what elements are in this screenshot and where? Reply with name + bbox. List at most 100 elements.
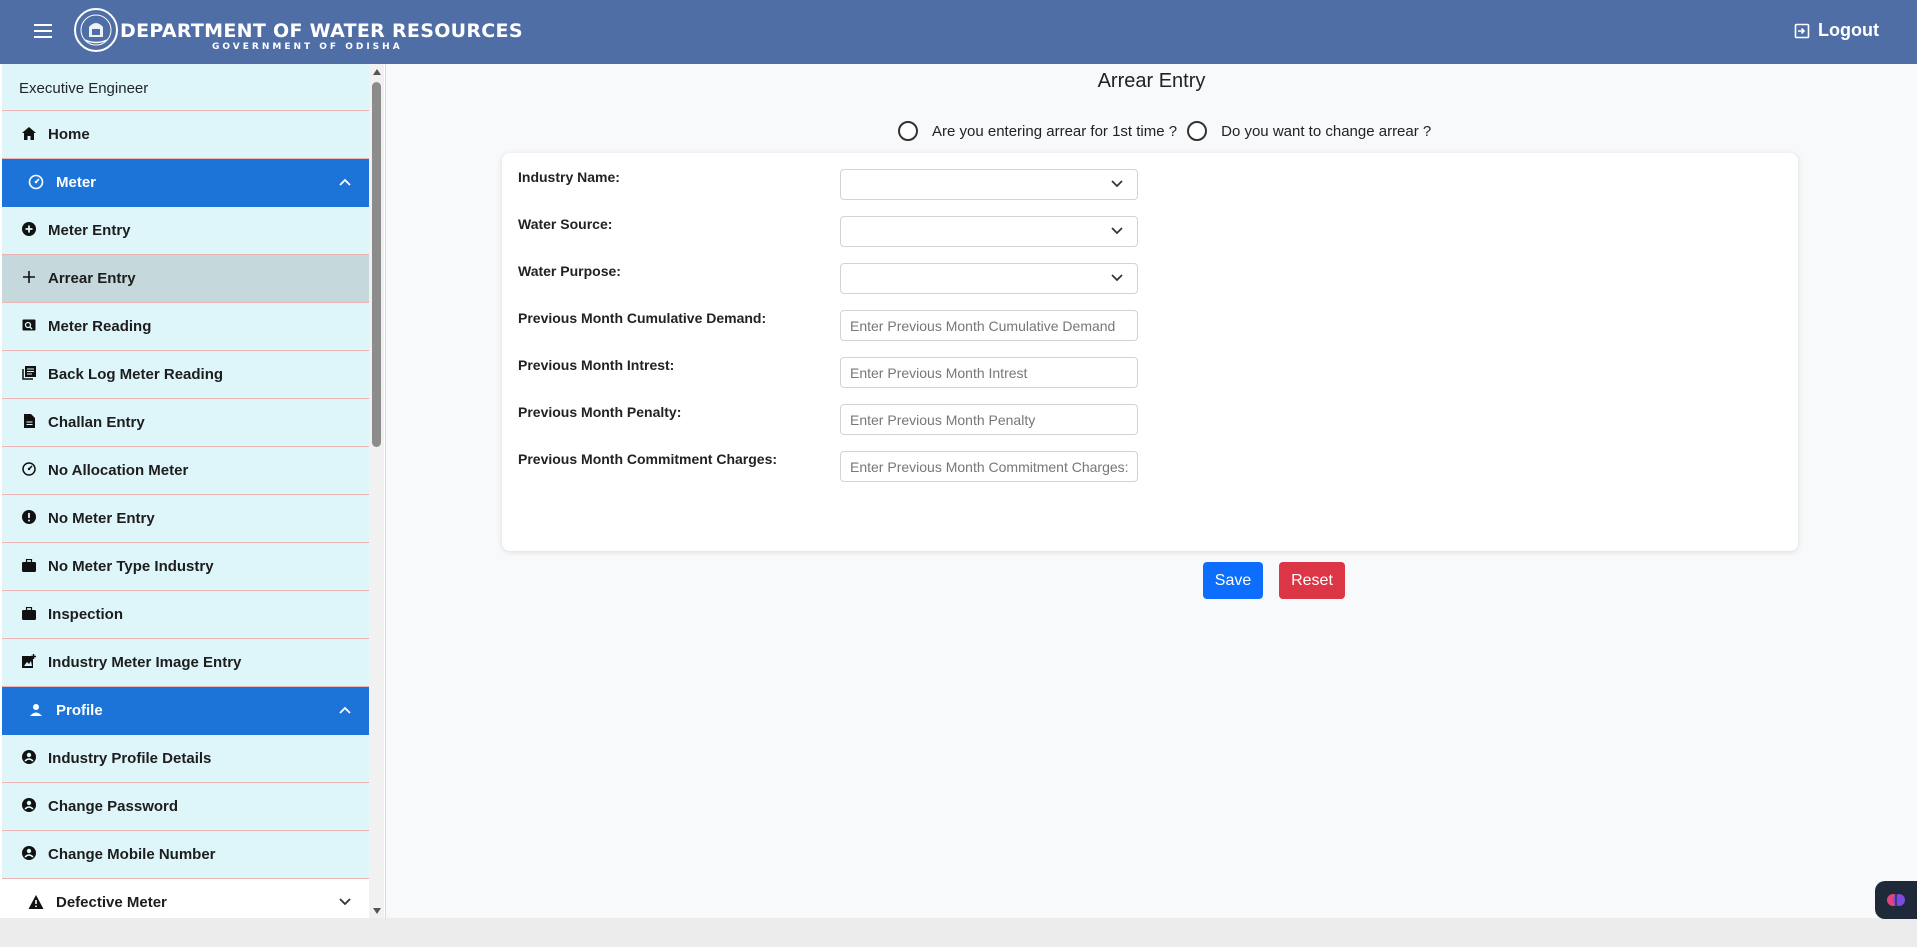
briefcase-icon — [21, 557, 37, 573]
water-purpose-label: Water Purpose: — [518, 263, 621, 279]
save-button[interactable]: Save — [1203, 562, 1263, 599]
sidebar-section-meter[interactable]: Meter — [2, 159, 369, 207]
sidebar-item-change-password[interactable]: Change Password — [2, 783, 369, 831]
radio-change-arrear-label[interactable]: Do you want to change arrear ? — [1221, 123, 1431, 140]
intrest-row: Previous Month Intrest: — [518, 357, 1138, 389]
library-books-icon — [21, 365, 37, 381]
chevron-up-icon[interactable] — [339, 178, 351, 186]
main-content: Arrear Entry Are you entering arrear for… — [386, 64, 1917, 918]
arrear-mode-radio-group: Are you entering arrear for 1st time ? D… — [898, 121, 1441, 141]
sidebar-item-industry-profile-details[interactable]: Industry Profile Details — [2, 735, 369, 783]
water-purpose-select[interactable] — [840, 263, 1138, 294]
radio-first-time[interactable] — [898, 121, 918, 141]
plus-circle-icon — [21, 221, 37, 237]
sidebar: Executive Engineer Home Meter Meter Entr… — [0, 64, 386, 918]
sidebar-item-change-mobile-number[interactable]: Change Mobile Number — [2, 831, 369, 879]
home-icon — [21, 125, 37, 141]
sidebar-item-meter-reading[interactable]: Meter Reading — [2, 303, 369, 351]
meter-reading-icon — [21, 317, 37, 333]
commitment-charges-input[interactable] — [840, 451, 1138, 482]
chevron-down-icon — [1111, 274, 1123, 282]
sidebar-section-defective-meter[interactable]: Defective Meter — [2, 879, 369, 918]
water-purpose-row: Water Purpose: — [518, 263, 1138, 295]
sidebar-section-label: Defective Meter — [56, 894, 167, 911]
sidebar-menu: Executive Engineer Home Meter Meter Entr… — [2, 64, 369, 918]
arrear-entry-form: Industry Name: Water Source: Water Purpo… — [502, 153, 1798, 599]
brand-subtitle: GOVERNMENT OF ODISHA — [212, 42, 403, 52]
plus-icon — [21, 269, 37, 285]
user-role: Executive Engineer — [2, 64, 369, 111]
app-header: DEPARTMENT OF WATER RESOURCES GOVERNMENT… — [0, 0, 1917, 64]
penalty-row: Previous Month Penalty: — [518, 404, 1138, 436]
sidebar-item-label: Inspection — [48, 606, 124, 623]
chevron-up-icon[interactable] — [339, 706, 351, 714]
account-circle-icon — [21, 797, 37, 813]
sidebar-item-meter-entry[interactable]: Meter Entry — [2, 207, 369, 255]
sidebar-item-no-allocation-meter[interactable]: No Allocation Meter — [2, 447, 369, 495]
water-source-label: Water Source: — [518, 216, 613, 232]
sidebar-item-back-log-meter-reading[interactable]: Back Log Meter Reading — [2, 351, 369, 399]
gauge-icon — [21, 461, 37, 477]
industry-name-row: Industry Name: — [518, 169, 1138, 201]
sidebar-item-no-meter-entry[interactable]: No Meter Entry — [2, 495, 369, 543]
logout-label: Logout — [1818, 20, 1879, 40]
water-source-select[interactable] — [840, 216, 1138, 247]
file-icon — [21, 413, 37, 429]
scroll-up-arrow-icon[interactable] — [373, 69, 381, 75]
briefcase-icon — [21, 605, 37, 621]
add-photo-icon — [21, 653, 37, 669]
industry-name-label: Industry Name: — [518, 169, 620, 185]
sidebar-item-arrear-entry[interactable]: Arrear Entry — [2, 255, 369, 303]
hamburger-icon[interactable] — [34, 24, 52, 38]
sidebar-item-challan-entry[interactable]: Challan Entry — [2, 399, 369, 447]
sidebar-item-no-meter-type-industry[interactable]: No Meter Type Industry — [2, 543, 369, 591]
sidebar-section-label: Meter — [56, 174, 97, 191]
bottom-bar — [0, 918, 1917, 947]
commitment-charges-row: Previous Month Commitment Charges: — [518, 451, 1138, 483]
chevron-down-icon — [1111, 180, 1123, 188]
sidebar-item-home[interactable]: Home — [2, 111, 369, 159]
account-circle-icon — [21, 749, 37, 765]
radio-change-arrear[interactable] — [1187, 121, 1208, 141]
account-circle-icon — [21, 845, 37, 861]
chevron-down-icon[interactable] — [339, 898, 351, 906]
radio-first-time-label[interactable]: Are you entering arrear for 1st time ? — [932, 123, 1177, 140]
sidebar-item-inspection[interactable]: Inspection — [2, 591, 369, 639]
sidebar-item-label: Change Mobile Number — [48, 846, 216, 863]
cumulative-demand-input[interactable] — [840, 310, 1138, 341]
logout-button[interactable]: Logout — [1794, 20, 1879, 41]
assistant-widget-button[interactable] — [1875, 881, 1917, 919]
sidebar-item-label: Change Password — [48, 798, 179, 815]
sidebar-item-label: Arrear Entry — [48, 270, 136, 287]
sidebar-item-label: Meter Entry — [48, 222, 131, 239]
commitment-charges-label: Previous Month Commitment Charges: — [518, 451, 778, 467]
scrollbar-thumb[interactable] — [372, 82, 381, 447]
brain-icon — [1887, 894, 1905, 906]
penalty-input[interactable] — [840, 404, 1138, 435]
chevron-down-icon — [1111, 227, 1123, 235]
sidebar-item-label: Challan Entry — [48, 414, 145, 431]
sidebar-item-label: No Meter Type Industry — [48, 558, 214, 575]
sidebar-item-label: Back Log Meter Reading — [48, 366, 224, 383]
sidebar-section-profile[interactable]: Profile — [2, 687, 369, 735]
intrest-label: Previous Month Intrest: — [518, 357, 675, 373]
reset-button[interactable]: Reset — [1279, 562, 1345, 599]
industry-name-select[interactable] — [840, 169, 1138, 200]
sidebar-item-label: No Allocation Meter — [48, 462, 189, 479]
person-icon — [30, 704, 42, 716]
sidebar-item-label: No Meter Entry — [48, 510, 155, 527]
sidebar-item-label: Industry Meter Image Entry — [48, 654, 242, 671]
warning-icon — [28, 895, 44, 909]
page-title: Arrear Entry — [1097, 70, 1206, 92]
gauge-icon — [28, 174, 44, 190]
logout-icon — [1794, 23, 1810, 38]
penalty-label: Previous Month Penalty: — [518, 404, 682, 420]
sidebar-scrollbar[interactable] — [369, 64, 384, 918]
scroll-down-arrow-icon[interactable] — [373, 908, 381, 914]
odisha-emblem-logo — [74, 8, 118, 52]
brand-title: DEPARTMENT OF WATER RESOURCES — [120, 20, 523, 42]
sidebar-item-label: Meter Reading — [48, 318, 152, 335]
intrest-input[interactable] — [840, 357, 1138, 388]
sidebar-item-label: Industry Profile Details — [48, 750, 212, 767]
sidebar-item-industry-meter-image-entry[interactable]: Industry Meter Image Entry — [2, 639, 369, 687]
